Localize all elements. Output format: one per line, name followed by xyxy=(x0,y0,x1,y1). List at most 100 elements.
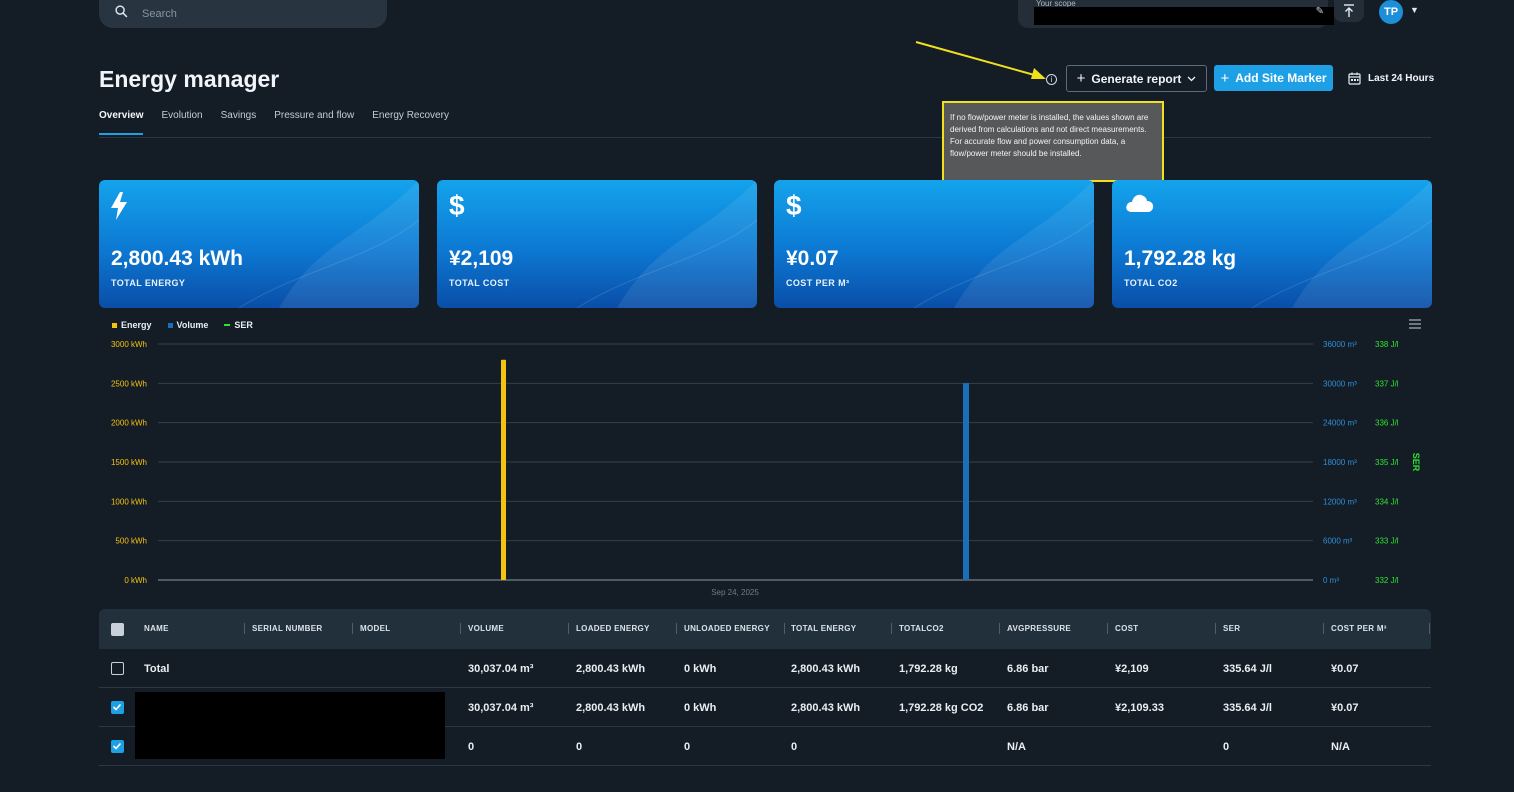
cell-avgpressure: 6.86 bar xyxy=(1007,663,1049,675)
column-header-ser[interactable]: SER xyxy=(1223,624,1240,633)
page-title: Energy manager xyxy=(99,66,280,92)
cell-volume: 0 xyxy=(468,741,475,753)
column-header-avgpressure[interactable]: AVGPRESSURE xyxy=(1007,624,1071,633)
column-header-unloaded-energy[interactable]: UNLOADED ENERGY xyxy=(684,624,770,633)
bolt-icon xyxy=(111,192,127,225)
kpi-value: ¥2,109 xyxy=(449,247,514,270)
kpi-caption: TOTAL CO2 xyxy=(1124,278,1178,288)
ser-axis-tick-label: 335 J/l xyxy=(1375,458,1399,467)
left-axis-tick-label: 1000 kWh xyxy=(111,497,147,506)
cell-loaded-energy: 0 xyxy=(576,741,583,753)
right-axis-tick-label: 0 m³ xyxy=(1323,576,1339,585)
time-range-selector[interactable]: Last 24 Hours xyxy=(1348,72,1434,85)
info-icon[interactable]: i xyxy=(1046,74,1057,85)
chevron-down-icon[interactable]: ▼ xyxy=(1410,5,1419,15)
cell-loaded-energy: 2,800.43 kWh xyxy=(576,663,646,675)
kpi-caption: COST PER M³ xyxy=(786,278,850,288)
upload-button[interactable] xyxy=(1334,0,1364,22)
ser-axis-tick-label: 338 J/l xyxy=(1375,340,1399,349)
column-divider xyxy=(676,623,677,634)
column-header-cost-per-m3[interactable]: COST PER M³ xyxy=(1331,624,1387,633)
tab-savings[interactable]: Savings xyxy=(221,110,257,135)
cell-ser: 0 xyxy=(1223,741,1230,753)
cell-total-energy: 0 xyxy=(791,741,798,753)
x-axis-tick-label: Sep 24, 2025 xyxy=(711,588,759,597)
time-range-label: Last 24 Hours xyxy=(1368,73,1435,84)
info-tooltip: If no flow/power meter is installed, the… xyxy=(942,101,1164,182)
check-icon xyxy=(112,742,122,750)
legend-item-ser[interactable]: SER xyxy=(224,320,253,330)
column-divider xyxy=(1323,623,1324,634)
right-axis-tick-label: 12000 m³ xyxy=(1323,497,1357,506)
right-axis-tick-label: 18000 m³ xyxy=(1323,458,1357,467)
left-axis-tick-label: 0 kWh xyxy=(124,576,147,585)
column-divider xyxy=(999,623,1000,634)
cell-totalco2: 1,792.28 kg xyxy=(899,663,958,675)
chart-legend: Energy Volume SER xyxy=(112,320,253,330)
column-header-totalco2[interactable]: TOTALCO2 xyxy=(899,624,944,633)
tab-pressure-and-flow[interactable]: Pressure and flow xyxy=(274,110,354,135)
column-header-model[interactable]: MODEL xyxy=(360,624,390,633)
cell-volume: 30,037.04 m³ xyxy=(468,702,534,714)
right-axis-tick-label: 30000 m³ xyxy=(1323,379,1357,388)
search-input[interactable] xyxy=(142,8,362,20)
add-site-marker-label: Add Site Marker xyxy=(1235,71,1327,85)
generate-report-button[interactable]: + Generate report xyxy=(1066,65,1207,92)
column-divider xyxy=(352,623,353,634)
ser-axis-title: SER xyxy=(1411,453,1421,472)
left-axis-tick-label: 500 kWh xyxy=(115,537,147,546)
add-site-marker-button[interactable]: + Add Site Marker xyxy=(1214,65,1333,91)
kpi-value: ¥0.07 xyxy=(786,247,839,270)
search-bar[interactable] xyxy=(99,0,387,28)
right-axis-tick-label: 36000 m³ xyxy=(1323,340,1357,349)
cell-cost: ¥2,109 xyxy=(1115,663,1149,675)
avatar[interactable]: TP xyxy=(1379,0,1403,24)
column-divider xyxy=(1107,623,1108,634)
cell-unloaded-energy: 0 kWh xyxy=(684,702,717,714)
cell-totalco2: 1,792.28 kg CO2 xyxy=(899,702,984,714)
cell-cost: ¥2,109.33 xyxy=(1115,702,1164,714)
column-header-loaded-energy[interactable]: LOADED ENERGY xyxy=(576,624,650,633)
cell-cost-per-m3: N/A xyxy=(1331,741,1350,753)
ser-axis-tick-label: 332 J/l xyxy=(1375,576,1399,585)
tab-overview[interactable]: Overview xyxy=(99,110,144,135)
table-row-total[interactable]: Total 30,037.04 m³ 2,800.43 kWh 0 kWh 2,… xyxy=(99,649,1431,688)
bar-volume xyxy=(963,383,969,580)
column-header-volume[interactable]: VOLUME xyxy=(468,624,504,633)
tab-energy-recovery[interactable]: Energy Recovery xyxy=(372,110,449,135)
column-header-cost[interactable]: COST xyxy=(1115,624,1138,633)
cell-loaded-energy: 2,800.43 kWh xyxy=(576,702,646,714)
cell-total-energy: 2,800.43 kWh xyxy=(791,663,861,675)
right-axis-tick-label: 6000 m³ xyxy=(1323,537,1353,546)
select-all-checkbox[interactable] xyxy=(111,623,124,636)
cell-cost-per-m3: ¥0.07 xyxy=(1331,663,1359,675)
column-header-total-energy[interactable]: TOTAL ENERGY xyxy=(791,624,856,633)
check-icon xyxy=(112,703,122,711)
scope-value-redacted xyxy=(1034,7,1334,25)
column-divider xyxy=(460,623,461,634)
column-divider xyxy=(784,623,785,634)
table-row[interactable]: 0 0 0 0 N/A 0 N/A xyxy=(99,726,1431,766)
menu-icon[interactable] xyxy=(1409,319,1421,329)
row-checkbox[interactable] xyxy=(111,701,124,714)
table-header: NAME SERIAL NUMBER MODEL VOLUME LOADED E… xyxy=(99,609,1431,649)
column-header-serial[interactable]: SERIAL NUMBER xyxy=(252,624,322,633)
table-row[interactable]: 30,037.04 m³ 2,800.43 kWh 0 kWh 2,800.43… xyxy=(99,688,1431,728)
column-header-name[interactable]: NAME xyxy=(144,624,169,633)
cell-cost-per-m3: ¥0.07 xyxy=(1331,702,1359,714)
dollar-icon: $ xyxy=(449,190,465,221)
row-checkbox[interactable] xyxy=(111,740,124,753)
cell-ser: 335.64 J/l xyxy=(1223,702,1272,714)
annotation-arrow xyxy=(915,41,1046,79)
right-axis-tick-label: 24000 m³ xyxy=(1323,419,1357,428)
legend-item-energy[interactable]: Energy xyxy=(112,320,152,330)
cell-volume: 30,037.04 m³ xyxy=(468,663,534,675)
tab-evolution[interactable]: Evolution xyxy=(161,110,202,135)
left-axis-tick-label: 3000 kWh xyxy=(111,340,147,349)
row-checkbox[interactable] xyxy=(111,662,124,675)
ser-axis-tick-label: 334 J/l xyxy=(1375,497,1399,506)
legend-item-volume[interactable]: Volume xyxy=(167,320,208,330)
scope-selector[interactable]: Your scope ✎ xyxy=(1018,0,1334,28)
kpi-card-total-energy: 2,800.43 kWh TOTAL ENERGY xyxy=(99,180,419,308)
column-divider xyxy=(1215,623,1216,634)
